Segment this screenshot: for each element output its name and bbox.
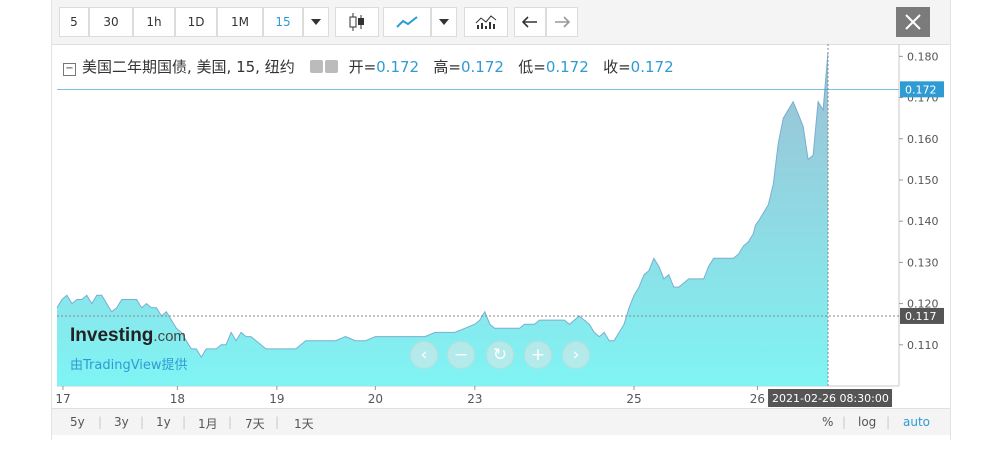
scroll-left-button[interactable]: ‹	[410, 341, 438, 369]
brand-suffix: .com	[153, 328, 186, 345]
y-tick-label: 0.140	[907, 215, 939, 228]
x-tick-label: 17	[55, 392, 70, 406]
high-value: 0.172	[460, 58, 504, 76]
close-value: 0.172	[630, 58, 674, 76]
y-tick-label: 0.150	[907, 174, 939, 187]
y-tick-label: 0.160	[907, 133, 939, 146]
high-label: 高=	[433, 58, 461, 76]
low-value: 0.172	[545, 58, 589, 76]
brand-name: Investing	[70, 325, 154, 346]
x-tick-label: 25	[626, 392, 641, 406]
x-tick-label: 18	[170, 392, 185, 406]
x-axis: 17 18 19 20 23 25 26	[55, 386, 765, 406]
plus-icon: +	[530, 345, 546, 365]
x-tick-label: 19	[269, 392, 284, 406]
open-value: 0.172	[376, 58, 420, 76]
current-price-label: 0.172	[905, 83, 937, 96]
close-label: 收=	[603, 58, 631, 76]
chevron-left-icon: ‹	[420, 345, 428, 365]
low-label: 低=	[518, 58, 546, 76]
y-tick-label: 0.110	[907, 339, 939, 352]
zoom-out-button[interactable]: −	[447, 341, 475, 369]
chevron-right-icon: ›	[572, 345, 580, 365]
collapse-icon[interactable]: −	[63, 63, 76, 76]
chart-legend: − 美国二年期国债, 美国, 15, 纽约 开=0.172 高=0.172 低=0…	[63, 56, 674, 77]
tradingview-credit[interactable]: 由TradingView提供	[70, 354, 188, 373]
crosshair-time-label: 2021-02-26 08:30:00	[772, 392, 889, 405]
open-label: 开=	[348, 58, 377, 76]
zoom-in-button[interactable]: +	[524, 341, 552, 369]
y-tick-label: 0.130	[907, 256, 939, 269]
investing-logo: Investing.com	[70, 325, 186, 347]
minus-icon: −	[453, 345, 469, 365]
settings-icon[interactable]	[325, 60, 339, 73]
visibility-icon[interactable]	[310, 60, 324, 73]
x-tick-label: 26	[750, 392, 765, 406]
reset-icon: ↻	[492, 345, 508, 365]
x-tick-label: 23	[467, 392, 482, 406]
reset-button[interactable]: ↻	[486, 341, 514, 369]
instrument-title: 美国二年期国债, 美国, 15, 纽约	[82, 58, 295, 76]
scroll-right-button[interactable]: ›	[562, 341, 590, 369]
y-tick-label: 0.180	[907, 50, 939, 63]
crosshair-price-label: 0.117	[905, 310, 937, 323]
x-tick-label: 20	[368, 392, 383, 406]
